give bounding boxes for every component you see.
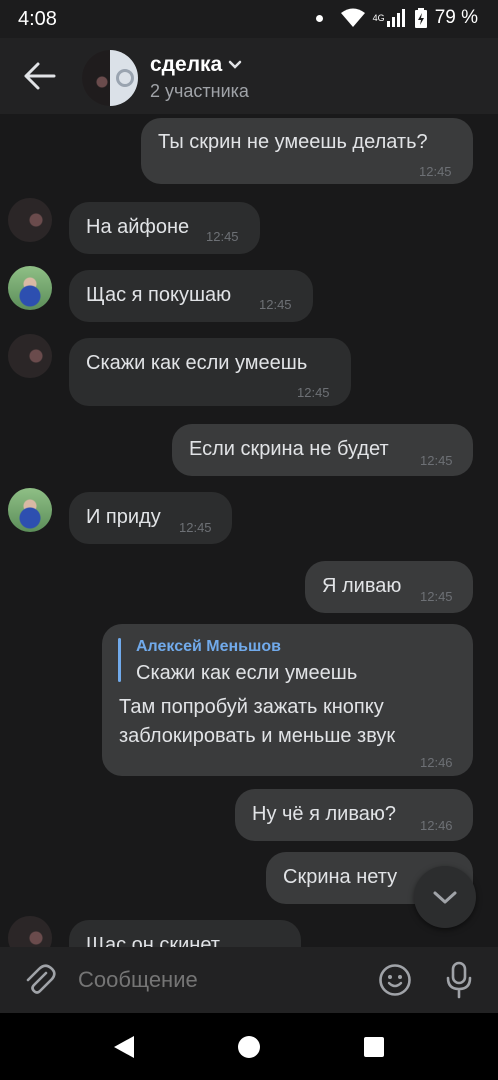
participants-count: 2 участника: [150, 81, 249, 101]
message-time: 12:46: [420, 755, 453, 770]
battery-charging-icon: [414, 8, 427, 28]
message-time: 12:45: [297, 385, 330, 400]
message-text: Щас я покушаю: [86, 284, 232, 306]
paperclip-icon[interactable]: [22, 963, 56, 997]
chat-title[interactable]: сделка: [150, 53, 242, 77]
message-bubble-out[interactable]: Если скрина не будет 12:45: [172, 424, 473, 476]
nav-back-icon[interactable]: [112, 1034, 136, 1060]
message-text-line: Там попробуй зажать кнопку: [119, 696, 384, 718]
avatar[interactable]: [8, 488, 52, 532]
status-bar: 4:08 4G 79 %: [0, 0, 498, 38]
signal-icon: [386, 9, 405, 27]
chevron-down-icon: [433, 891, 457, 904]
chat-header: сделка 2 участника: [0, 38, 498, 114]
reply-author: Алексей Меньшов: [136, 638, 281, 655]
message-time: 12:45: [179, 520, 212, 535]
message-text: Скрина нету: [283, 866, 398, 888]
message-bubble-in[interactable]: На айфоне 12:45: [69, 202, 260, 254]
message-text: Ну чё я ливаю?: [252, 803, 396, 825]
message-text: Если скрина не будет: [189, 438, 389, 460]
nav-recents-icon[interactable]: [364, 1037, 384, 1057]
nav-home-icon[interactable]: [238, 1036, 260, 1058]
message-text: Я ливаю: [322, 575, 402, 597]
status-time: 4:08: [18, 8, 57, 30]
message-bubble-out-reply[interactable]: Алексей Меньшов Скажи как если умеешь Та…: [102, 624, 473, 776]
notification-dot-icon: [315, 14, 323, 22]
system-nav-bar: [0, 1013, 498, 1080]
camera-icon: [116, 69, 134, 87]
microphone-icon[interactable]: [444, 961, 474, 999]
message-composer: [0, 947, 498, 1013]
message-bubble-in[interactable]: Щас я покушаю 12:45: [69, 270, 313, 322]
reply-quote-bar: [118, 638, 121, 682]
message-list[interactable]: Ты скрин не умеешь делать? 12:45 На айфо…: [0, 114, 498, 947]
message-time: 12:45: [420, 453, 453, 468]
message-text: Щас он скинет: [86, 934, 220, 947]
smiley-icon[interactable]: [378, 963, 412, 997]
avatar[interactable]: [8, 198, 52, 242]
avatar[interactable]: [8, 266, 52, 310]
message-time: 12:45: [420, 589, 453, 604]
wifi-icon: [340, 8, 365, 27]
status-indicators: 4G 79 %: [315, 7, 478, 29]
chat-avatar[interactable]: [82, 50, 138, 106]
battery-percent: 79 %: [434, 7, 478, 28]
message-text: И приду: [86, 506, 161, 528]
avatar[interactable]: [8, 916, 52, 947]
message-bubble-out[interactable]: Ну чё я ливаю? 12:46: [235, 789, 473, 841]
message-text: Ты скрин не умеешь делать?: [158, 131, 428, 153]
message-input[interactable]: [78, 965, 358, 995]
back-arrow-icon[interactable]: [22, 60, 56, 92]
message-text: Скажи как если умеешь: [86, 352, 308, 374]
message-time: 12:45: [259, 297, 292, 312]
network-type: 4G: [372, 13, 385, 23]
message-bubble-out[interactable]: Я ливаю 12:45: [305, 561, 473, 613]
message-text-line: заблокировать и меньше звук: [119, 725, 396, 747]
chat-title-text: сделка: [150, 53, 223, 76]
scroll-down-button[interactable]: [414, 866, 476, 928]
avatar[interactable]: [8, 334, 52, 378]
message-bubble-in[interactable]: И приду 12:45: [69, 492, 232, 544]
chevron-down-icon: [228, 60, 242, 69]
message-time: 12:46: [420, 818, 453, 833]
reply-text: Скажи как если умеешь: [136, 662, 358, 684]
message-bubble-in[interactable]: Скажи как если умеешь 12:45: [69, 338, 351, 406]
message-bubble-out[interactable]: Ты скрин не умеешь делать? 12:45: [141, 118, 473, 184]
message-bubble-in[interactable]: Щас он скинет: [69, 920, 301, 947]
message-time: 12:45: [419, 164, 452, 179]
message-text: На айфоне: [86, 216, 190, 238]
message-time: 12:45: [206, 229, 239, 244]
